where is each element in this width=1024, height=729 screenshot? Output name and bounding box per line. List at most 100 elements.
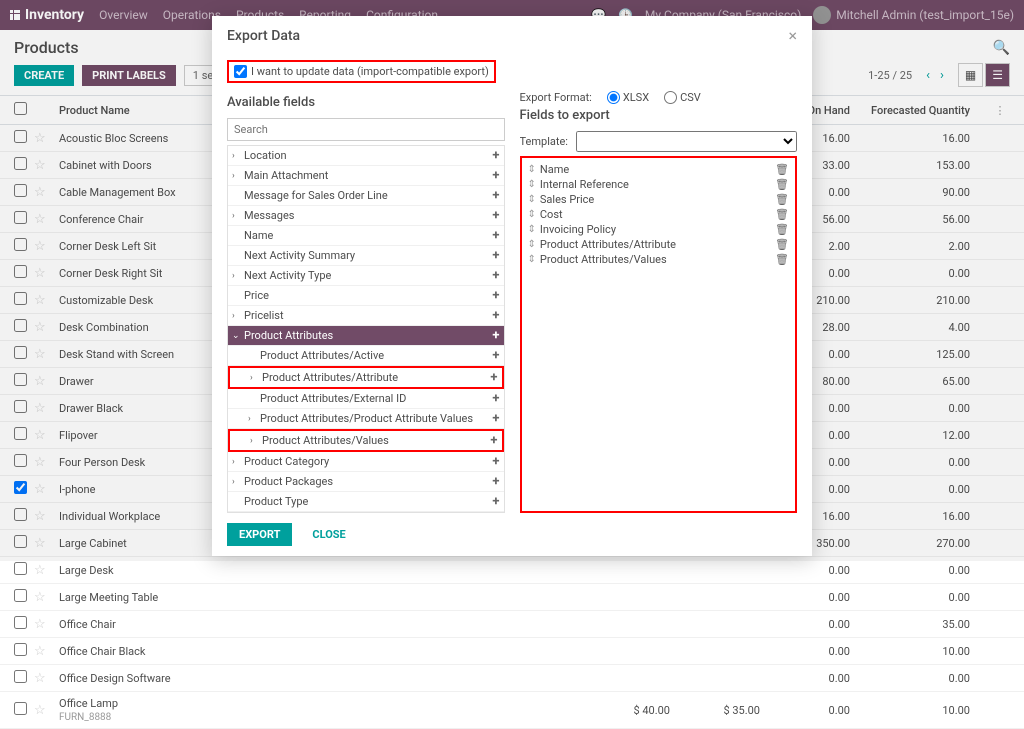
available-field[interactable]: Product Attributes/Active+ bbox=[228, 346, 504, 366]
export-field[interactable]: ⇕Product Attributes/Attribute🗑 bbox=[526, 237, 792, 252]
csv-option[interactable]: CSV bbox=[664, 91, 701, 104]
available-field[interactable]: Price+ bbox=[228, 286, 504, 306]
trash-icon[interactable]: 🗑 bbox=[775, 193, 789, 206]
available-field[interactable]: ›Messages+ bbox=[228, 206, 504, 226]
available-field[interactable]: ›Pricelist+ bbox=[228, 306, 504, 326]
drag-icon[interactable]: ⇕ bbox=[528, 224, 536, 235]
star-icon[interactable]: ☆ bbox=[34, 617, 59, 632]
trash-icon[interactable]: 🗑 bbox=[775, 163, 789, 176]
export-field[interactable]: ⇕Sales Price🗑 bbox=[526, 192, 792, 207]
field-label: Pricelist bbox=[244, 309, 492, 322]
available-field[interactable]: Name+ bbox=[228, 226, 504, 246]
table-row[interactable]: ☆Office Chair Black0.0010.00 bbox=[0, 638, 1024, 665]
drag-icon[interactable]: ⇕ bbox=[528, 164, 536, 175]
add-field-icon[interactable]: + bbox=[492, 348, 499, 363]
add-field-icon[interactable]: + bbox=[492, 268, 499, 283]
export-field[interactable]: ⇕Invoicing Policy🗑 bbox=[526, 222, 792, 237]
search-input[interactable] bbox=[227, 118, 505, 141]
star-icon[interactable]: ☆ bbox=[34, 590, 59, 605]
product-forecast: 0.00 bbox=[850, 672, 990, 685]
add-field-icon[interactable]: + bbox=[492, 454, 499, 469]
available-field[interactable]: Product Type+ bbox=[228, 492, 504, 512]
export-field[interactable]: ⇕Internal Reference🗑 bbox=[526, 177, 792, 192]
drag-icon[interactable]: ⇕ bbox=[528, 179, 536, 190]
add-field-icon[interactable]: + bbox=[492, 308, 499, 323]
product-cost: $ 35.00 bbox=[670, 704, 760, 717]
compat-checkbox-label[interactable]: I want to update data (import-compatible… bbox=[234, 65, 489, 78]
drag-icon[interactable]: ⇕ bbox=[528, 254, 536, 265]
available-field[interactable]: ›Product Category+ bbox=[228, 452, 504, 472]
star-icon[interactable]: ☆ bbox=[34, 563, 59, 578]
star-icon[interactable]: ☆ bbox=[34, 644, 59, 659]
available-field[interactable]: ›Next Activity Type+ bbox=[228, 266, 504, 286]
product-price: $ 40.00 bbox=[580, 704, 670, 717]
table-row[interactable]: ☆Large Desk0.000.00 bbox=[0, 557, 1024, 584]
drag-icon[interactable]: ⇕ bbox=[528, 194, 536, 205]
add-field-icon[interactable]: + bbox=[492, 328, 499, 343]
available-field[interactable]: ⌄Product Attributes+ bbox=[228, 326, 504, 346]
xlsx-option[interactable]: XLSX bbox=[607, 91, 649, 104]
drag-icon[interactable]: ⇕ bbox=[528, 239, 536, 250]
row-checkbox[interactable] bbox=[14, 616, 27, 629]
add-field-icon[interactable]: + bbox=[492, 188, 499, 203]
template-select[interactable] bbox=[576, 131, 797, 152]
product-forecast: 0.00 bbox=[850, 591, 990, 604]
add-field-icon[interactable]: + bbox=[490, 370, 497, 385]
star-icon[interactable]: ☆ bbox=[34, 703, 59, 718]
add-field-icon[interactable]: + bbox=[492, 248, 499, 263]
add-field-icon[interactable]: + bbox=[492, 391, 499, 406]
row-checkbox[interactable] bbox=[14, 589, 27, 602]
xlsx-radio[interactable] bbox=[607, 91, 620, 104]
export-field[interactable]: ⇕Product Attributes/Values🗑 bbox=[526, 252, 792, 267]
trash-icon[interactable]: 🗑 bbox=[775, 223, 789, 236]
modal-title: Export Data bbox=[227, 28, 300, 44]
export-field[interactable]: ⇕Name🗑 bbox=[526, 162, 792, 177]
available-field[interactable]: ›Main Attachment+ bbox=[228, 166, 504, 186]
available-field[interactable]: ›Product Packages+ bbox=[228, 472, 504, 492]
row-checkbox[interactable] bbox=[14, 562, 27, 575]
add-field-icon[interactable]: + bbox=[492, 411, 499, 426]
close-icon[interactable]: × bbox=[788, 26, 797, 45]
table-row[interactable]: ☆Large Meeting Table0.000.00 bbox=[0, 584, 1024, 611]
star-icon[interactable]: ☆ bbox=[34, 671, 59, 686]
add-field-icon[interactable]: + bbox=[492, 228, 499, 243]
available-field[interactable]: Next Activity Summary+ bbox=[228, 246, 504, 266]
drag-icon[interactable]: ⇕ bbox=[528, 209, 536, 220]
table-row[interactable]: ☆Office Design Software0.000.00 bbox=[0, 665, 1024, 692]
trash-icon[interactable]: 🗑 bbox=[775, 208, 789, 221]
trash-icon[interactable]: 🗑 bbox=[775, 253, 789, 266]
add-field-icon[interactable]: + bbox=[492, 474, 499, 489]
export-button[interactable]: EXPORT bbox=[227, 523, 292, 546]
add-field-icon[interactable]: + bbox=[492, 208, 499, 223]
available-field[interactable]: ›Production Location+ bbox=[228, 512, 504, 513]
available-field[interactable]: ›Product Attributes/Product Attribute Va… bbox=[228, 409, 504, 429]
row-checkbox[interactable] bbox=[14, 670, 27, 683]
add-field-icon[interactable]: + bbox=[492, 494, 499, 509]
table-row[interactable]: ☆Office LampFURN_8888$ 40.00$ 35.000.001… bbox=[0, 692, 1024, 729]
add-field-icon[interactable]: + bbox=[492, 288, 499, 303]
trash-icon[interactable]: 🗑 bbox=[775, 178, 789, 191]
add-field-icon[interactable]: + bbox=[492, 148, 499, 163]
add-field-icon[interactable]: + bbox=[490, 433, 497, 448]
add-field-icon[interactable]: + bbox=[492, 168, 499, 183]
available-field[interactable]: ›Location+ bbox=[228, 146, 504, 166]
available-field[interactable]: Message for Sales Order Line+ bbox=[228, 186, 504, 206]
compat-checkbox[interactable] bbox=[234, 65, 247, 78]
field-label: Main Attachment bbox=[244, 169, 492, 182]
available-field[interactable]: Product Attributes/External ID+ bbox=[228, 389, 504, 409]
product-name: Office LampFURN_8888 bbox=[59, 697, 580, 723]
row-checkbox[interactable] bbox=[14, 643, 27, 656]
field-label: Product Attributes/Product Attribute Val… bbox=[260, 412, 492, 425]
table-row[interactable]: ☆Office Chair0.0035.00 bbox=[0, 611, 1024, 638]
field-label: Name bbox=[244, 229, 492, 242]
trash-icon[interactable]: 🗑 bbox=[775, 238, 789, 251]
available-fields-list[interactable]: ›Location+›Main Attachment+Message for S… bbox=[227, 145, 505, 513]
available-field[interactable]: ›Product Attributes/Attribute+ bbox=[228, 366, 504, 389]
close-button[interactable]: CLOSE bbox=[300, 523, 357, 546]
csv-radio[interactable] bbox=[664, 91, 677, 104]
row-checkbox[interactable] bbox=[14, 702, 27, 715]
field-label: Next Activity Type bbox=[244, 269, 492, 282]
export-fields-list[interactable]: ⇕Name🗑⇕Internal Reference🗑⇕Sales Price🗑⇕… bbox=[520, 156, 798, 513]
available-field[interactable]: ›Product Attributes/Values+ bbox=[228, 429, 504, 452]
export-field[interactable]: ⇕Cost🗑 bbox=[526, 207, 792, 222]
